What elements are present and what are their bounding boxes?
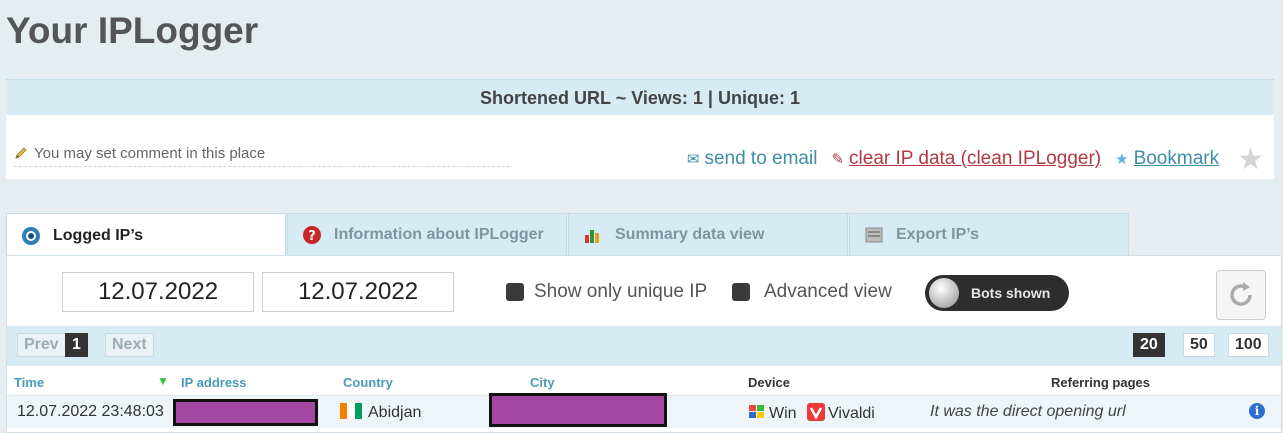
export-icon xyxy=(864,225,884,245)
country-label: Abidjan xyxy=(368,404,422,421)
info-icon[interactable]: i xyxy=(1249,403,1265,419)
next-page-button[interactable]: Next xyxy=(105,333,154,357)
redacted-city xyxy=(489,393,667,427)
tab-export-label: Export IP’s xyxy=(896,225,979,243)
eye-icon xyxy=(21,226,41,246)
toggle-knob xyxy=(929,278,959,308)
bots-toggle[interactable]: Bots shown xyxy=(925,275,1069,311)
logged-ips-panel: 12.07.2022 12.07.2022 Show only unique I… xyxy=(6,255,1282,433)
clear-ip-data-link[interactable]: ✎ clear IP data (clean IPLogger) xyxy=(831,148,1101,170)
sort-down-icon[interactable]: ▼ xyxy=(157,374,169,388)
unique-only-checkbox[interactable]: Show only unique IP xyxy=(506,281,707,303)
column-country[interactable]: Country xyxy=(343,375,393,390)
cell-referrer: It was the direct opening url xyxy=(930,403,1126,420)
cell-time: 12.07.2022 23:48:03 xyxy=(17,403,164,420)
checkbox-box xyxy=(506,283,524,301)
send-to-email-link[interactable]: ✉ send to email xyxy=(687,148,818,170)
page-1-button[interactable]: 1 xyxy=(65,333,88,357)
bookmark-label: Bookmark xyxy=(1133,148,1220,169)
cell-country: Abidjan xyxy=(340,403,421,422)
ivory-coast-flag-icon xyxy=(340,403,362,419)
page-size-100-button[interactable]: 100 xyxy=(1228,333,1269,357)
pagination-bar: Prev 1 Next 20 50 100 xyxy=(7,326,1281,366)
column-referring-pages: Referring pages xyxy=(1051,375,1150,390)
bar-chart-icon xyxy=(583,225,603,245)
tab-summary[interactable]: Summary data view xyxy=(568,213,848,255)
comment-field[interactable]: You may set comment in this place xyxy=(14,145,510,167)
table-row[interactable]: 12.07.2022 23:48:03 Abidjan Win Vivaldi … xyxy=(7,393,1281,428)
tab-export[interactable]: Export IP’s xyxy=(849,213,1129,255)
column-ip-address[interactable]: IP address xyxy=(181,375,247,390)
advanced-view-label: Advanced view xyxy=(764,281,892,302)
prev-page-button[interactable]: Prev xyxy=(17,333,66,357)
cell-device: Win Vivaldi xyxy=(748,403,875,423)
advanced-view-checkbox[interactable]: Advanced view xyxy=(732,281,892,303)
browser-label: Vivaldi xyxy=(828,405,875,422)
os-label: Win xyxy=(769,405,797,422)
star-small-icon: ★ xyxy=(1115,151,1129,168)
date-from-input[interactable]: 12.07.2022 xyxy=(62,272,254,312)
column-time[interactable]: Time xyxy=(14,375,44,390)
eraser-icon: ✎ xyxy=(831,151,845,168)
unique-only-label: Show only unique IP xyxy=(534,281,708,302)
tab-summary-label: Summary data view xyxy=(615,225,765,243)
tab-information-label: Information about IPLogger xyxy=(334,225,544,243)
column-device: Device xyxy=(748,375,790,390)
bookmark-link[interactable]: ★ Bookmark xyxy=(1115,148,1219,170)
date-to-input[interactable]: 12.07.2022 xyxy=(262,272,454,312)
page-size-50-button[interactable]: 50 xyxy=(1183,333,1215,357)
page-title: Your IPLogger xyxy=(6,10,259,51)
comment-placeholder: You may set comment in this place xyxy=(34,145,266,162)
windows-icon xyxy=(749,405,764,418)
refresh-icon xyxy=(1230,282,1252,306)
actions-bar: ✉ send to email ✎ clear IP data (clean IPL… xyxy=(687,142,1264,177)
vivaldi-icon xyxy=(807,403,826,421)
bots-toggle-label: Bots shown xyxy=(971,285,1051,301)
envelope-icon: ✉ xyxy=(686,151,700,168)
question-icon: ? xyxy=(302,225,322,245)
pencil-icon xyxy=(15,147,27,159)
favorite-star-icon[interactable]: ★ xyxy=(1237,142,1264,177)
svg-text:?: ? xyxy=(308,229,316,244)
refresh-button[interactable] xyxy=(1216,270,1266,320)
table-header: Time ▼ IP address Country City Device Re… xyxy=(7,370,1281,394)
redacted-ip-address xyxy=(173,399,318,426)
comment-row: You may set comment in this place ✉ send … xyxy=(6,115,1274,179)
tab-logged-ips[interactable]: Logged IP’s xyxy=(6,213,286,257)
stats-header: Shortened URL ~ Views: 1 | Unique: 1 xyxy=(6,79,1274,116)
page-size-20-button[interactable]: 20 xyxy=(1133,333,1165,357)
tab-bar: Logged IP’s ? Information about IPLogger… xyxy=(6,213,1130,257)
checkbox-box xyxy=(732,283,750,301)
tab-information[interactable]: ? Information about IPLogger xyxy=(287,213,567,255)
tab-logged-ips-label: Logged IP’s xyxy=(53,226,144,244)
column-city[interactable]: City xyxy=(530,375,555,390)
clear-ip-data-label: clear IP data (clean IPLogger) xyxy=(849,148,1102,169)
send-to-email-label: send to email xyxy=(704,148,818,169)
